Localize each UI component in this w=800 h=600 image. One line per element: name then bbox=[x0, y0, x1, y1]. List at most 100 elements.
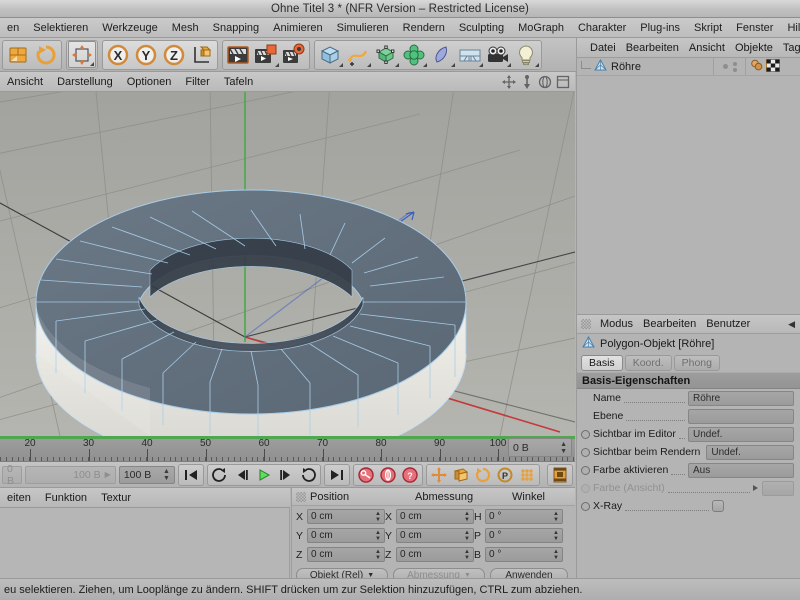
material-manager-body[interactable] bbox=[0, 508, 290, 578]
go-to-start-icon[interactable] bbox=[180, 465, 202, 485]
timeline-ruler[interactable]: 20 30 40 50 60 70 80 90 100 bbox=[0, 436, 575, 462]
expand-arrow-icon[interactable] bbox=[753, 485, 758, 491]
object-menu-bearbeiten[interactable]: Bearbeiten bbox=[621, 42, 684, 54]
stepper-icon[interactable]: ▲ ▼ bbox=[560, 441, 567, 455]
menu-item-fenster[interactable]: Fenster bbox=[729, 19, 780, 37]
viewport-menu-darstellung[interactable]: Darstellung bbox=[50, 73, 120, 91]
step-forward-icon[interactable] bbox=[275, 465, 297, 485]
menu-item-en[interactable]: en bbox=[0, 19, 26, 37]
angle-field-p[interactable]: 0 ° ▲ ▼ bbox=[485, 528, 563, 543]
undo-icon[interactable] bbox=[4, 41, 32, 68]
size-field-x[interactable]: 0 cm ▲ ▼ bbox=[396, 509, 474, 524]
attribute-menu-modus[interactable]: Modus bbox=[595, 318, 638, 330]
step-back-icon[interactable] bbox=[231, 465, 253, 485]
cube-primitive-icon[interactable] bbox=[316, 41, 344, 68]
tab-koord[interactable]: Koord. bbox=[624, 354, 672, 371]
viewport-menu-optionen[interactable]: Optionen bbox=[120, 73, 179, 91]
key-scale-icon[interactable] bbox=[450, 465, 472, 485]
array-icon[interactable] bbox=[400, 41, 428, 68]
panel-gripper-icon[interactable] bbox=[581, 319, 591, 329]
autokey-icon[interactable] bbox=[377, 465, 399, 485]
property-radio-icon[interactable] bbox=[581, 483, 590, 493]
object-menu-datei[interactable]: Datei bbox=[585, 42, 621, 54]
material-menu-textur[interactable]: Textur bbox=[94, 492, 138, 504]
object-visibility-dots[interactable] bbox=[714, 58, 746, 75]
next-key-icon[interactable] bbox=[297, 465, 319, 485]
camera-icon[interactable] bbox=[484, 41, 512, 68]
menu-item-sculpting[interactable]: Sculpting bbox=[452, 19, 511, 37]
property-radio-icon[interactable] bbox=[581, 465, 590, 475]
position-field-x[interactable]: 0 cm ▲ ▼ bbox=[307, 509, 385, 524]
object-menu-tag[interactable]: Tag bbox=[778, 42, 800, 54]
position-field-y[interactable]: 0 cm ▲ ▼ bbox=[307, 528, 385, 543]
world-object-axis-icon[interactable] bbox=[188, 41, 216, 68]
visibility-dot-icon[interactable] bbox=[722, 64, 728, 69]
key-position-icon[interactable] bbox=[428, 465, 450, 485]
object-manager-row[interactable]: Röhre bbox=[577, 58, 800, 76]
viewport-menu-ansicht[interactable]: Ansicht bbox=[0, 73, 50, 91]
key-rotation-icon[interactable] bbox=[472, 465, 494, 485]
dolly-view-icon[interactable] bbox=[520, 74, 534, 89]
stepper-icon[interactable]: ▲ ▼ bbox=[553, 511, 559, 523]
property-value-field[interactable]: Undef. bbox=[706, 444, 794, 460]
object-row-name-cell[interactable]: Röhre bbox=[577, 58, 714, 75]
position-field-z[interactable]: 0 cm ▲ ▼ bbox=[307, 547, 385, 562]
property-value-field[interactable]: Röhre bbox=[688, 390, 794, 406]
deformer-icon[interactable] bbox=[428, 41, 456, 68]
light-icon[interactable] bbox=[512, 41, 540, 68]
rotate-view-icon[interactable] bbox=[538, 75, 552, 89]
property-value-field[interactable] bbox=[688, 408, 794, 424]
stepper-icon[interactable]: ▲ ▼ bbox=[553, 549, 559, 561]
property-checkbox[interactable] bbox=[712, 500, 724, 512]
material-tag[interactable] bbox=[750, 59, 764, 74]
stepper-icon[interactable]: ▲ ▼ bbox=[375, 530, 381, 542]
size-field-y[interactable]: 0 cm ▲ ▼ bbox=[396, 528, 474, 543]
property-radio-icon[interactable] bbox=[581, 429, 590, 439]
menu-item-selektieren[interactable]: Selektieren bbox=[26, 19, 95, 37]
keyframe-help-icon[interactable]: ? bbox=[399, 465, 421, 485]
menu-item-werkzeuge[interactable]: Werkzeuge bbox=[95, 19, 164, 37]
axis-z-icon[interactable]: Z bbox=[160, 41, 188, 68]
render-view-icon[interactable] bbox=[224, 41, 252, 68]
object-manager-body[interactable] bbox=[577, 76, 800, 314]
stepper-icon[interactable]: ▲ ▼ bbox=[375, 549, 381, 561]
current-frame-field[interactable]: 100 B ▲ ▼ bbox=[118, 465, 175, 484]
spline-icon[interactable] bbox=[344, 41, 372, 68]
live-selection-icon[interactable] bbox=[68, 41, 96, 68]
environment-icon[interactable] bbox=[456, 41, 484, 68]
axis-x-icon[interactable]: X bbox=[104, 41, 132, 68]
stepper-icon[interactable]: ▲ ▼ bbox=[464, 511, 470, 523]
object-menu-ansicht[interactable]: Ansicht bbox=[684, 42, 730, 54]
angle-field-h[interactable]: 0 ° ▲ ▼ bbox=[485, 509, 563, 524]
property-radio-icon[interactable] bbox=[581, 447, 590, 457]
key-pla-icon[interactable] bbox=[516, 465, 538, 485]
property-value-field[interactable]: Undef. bbox=[688, 426, 794, 442]
angle-field-b[interactable]: 0 ° ▲ ▼ bbox=[485, 547, 563, 562]
stepper-icon[interactable]: ▲ ▼ bbox=[464, 530, 470, 542]
tab-phong[interactable]: Phong bbox=[673, 354, 720, 371]
viewport-3d[interactable] bbox=[0, 92, 575, 436]
menu-item-plug-ins[interactable]: Plug-ins bbox=[633, 19, 687, 37]
redo-icon[interactable] bbox=[32, 41, 60, 68]
panel-gripper-icon[interactable] bbox=[296, 491, 306, 502]
stepper-icon[interactable]: ▲ ▼ bbox=[553, 530, 559, 542]
render-region-icon[interactable] bbox=[252, 41, 280, 68]
texture-tag[interactable] bbox=[766, 58, 780, 75]
material-menu-eiten[interactable]: eiten bbox=[0, 492, 38, 504]
stepper-icon[interactable]: ▲ ▼ bbox=[464, 549, 470, 561]
menu-item-mograph[interactable]: MoGraph bbox=[511, 19, 571, 37]
move-view-icon[interactable] bbox=[502, 74, 516, 89]
tab-basis[interactable]: Basis bbox=[581, 354, 623, 371]
attribute-back-icon[interactable]: ◀ bbox=[788, 319, 795, 330]
viewport-menu-filter[interactable]: Filter bbox=[178, 73, 216, 91]
visibility-dots-pair-icon[interactable] bbox=[732, 61, 737, 72]
menu-item-charakter[interactable]: Charakter bbox=[571, 19, 633, 37]
timeline-right-field[interactable]: 0 B ▲ ▼ bbox=[508, 438, 572, 457]
attribute-menu-bearbeiten[interactable]: Bearbeiten bbox=[638, 318, 701, 330]
menu-item-skript[interactable]: Skript bbox=[687, 19, 729, 37]
previous-key-icon[interactable] bbox=[209, 465, 231, 485]
object-tags-cell[interactable] bbox=[746, 58, 800, 75]
timeline-icon[interactable] bbox=[549, 465, 571, 485]
property-color-swatch[interactable] bbox=[762, 480, 794, 496]
timeline-start-field[interactable]: 0 B bbox=[2, 463, 23, 487]
